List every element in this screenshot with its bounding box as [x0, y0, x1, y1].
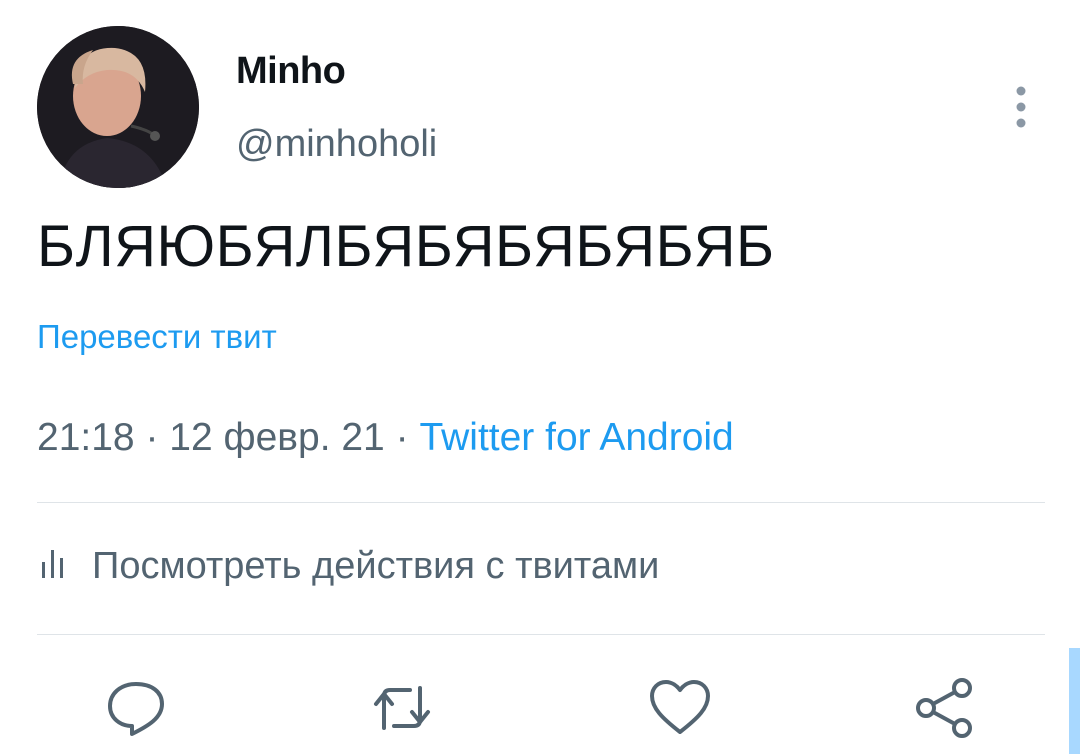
tweet-text: БЛЯЮБЯЛБЯБЯБЯБЯБЯБ — [37, 214, 775, 279]
tweet-time: 21:18 — [37, 416, 135, 459]
retweet-button[interactable] — [370, 676, 434, 740]
reply-button[interactable] — [104, 676, 168, 740]
like-button[interactable] — [648, 676, 712, 740]
tweet-date: 12 февр. 21 — [169, 416, 385, 459]
scroll-indicator[interactable] — [1069, 648, 1080, 754]
share-icon — [916, 678, 972, 738]
author-avatar[interactable] — [37, 26, 199, 188]
meta-separator: · — [395, 416, 409, 459]
author-handle[interactable]: @minhoholi — [236, 123, 437, 166]
author-display-name[interactable]: Minho — [236, 50, 346, 93]
tweet-source-link[interactable]: Twitter for Android — [419, 416, 733, 459]
bar-chart-icon — [42, 545, 64, 588]
divider — [37, 634, 1045, 635]
analytics-label: Посмотреть действия с твитами — [92, 545, 660, 587]
reply-icon — [108, 682, 164, 736]
meta-separator: · — [145, 416, 159, 459]
avatar-photo — [37, 26, 199, 188]
retweet-icon — [374, 686, 430, 730]
view-tweet-analytics[interactable]: Посмотреть действия с твитами — [42, 545, 659, 588]
share-button[interactable] — [912, 676, 976, 740]
more-options-button[interactable] — [1001, 82, 1041, 132]
translate-tweet-link[interactable]: Перевести твит — [37, 318, 277, 356]
more-vertical-icon — [1016, 86, 1026, 128]
heart-icon — [650, 680, 710, 734]
tweet-meta: 21:18 · 12 февр. 21 · Twitter for Androi… — [37, 416, 734, 460]
divider — [37, 502, 1045, 503]
